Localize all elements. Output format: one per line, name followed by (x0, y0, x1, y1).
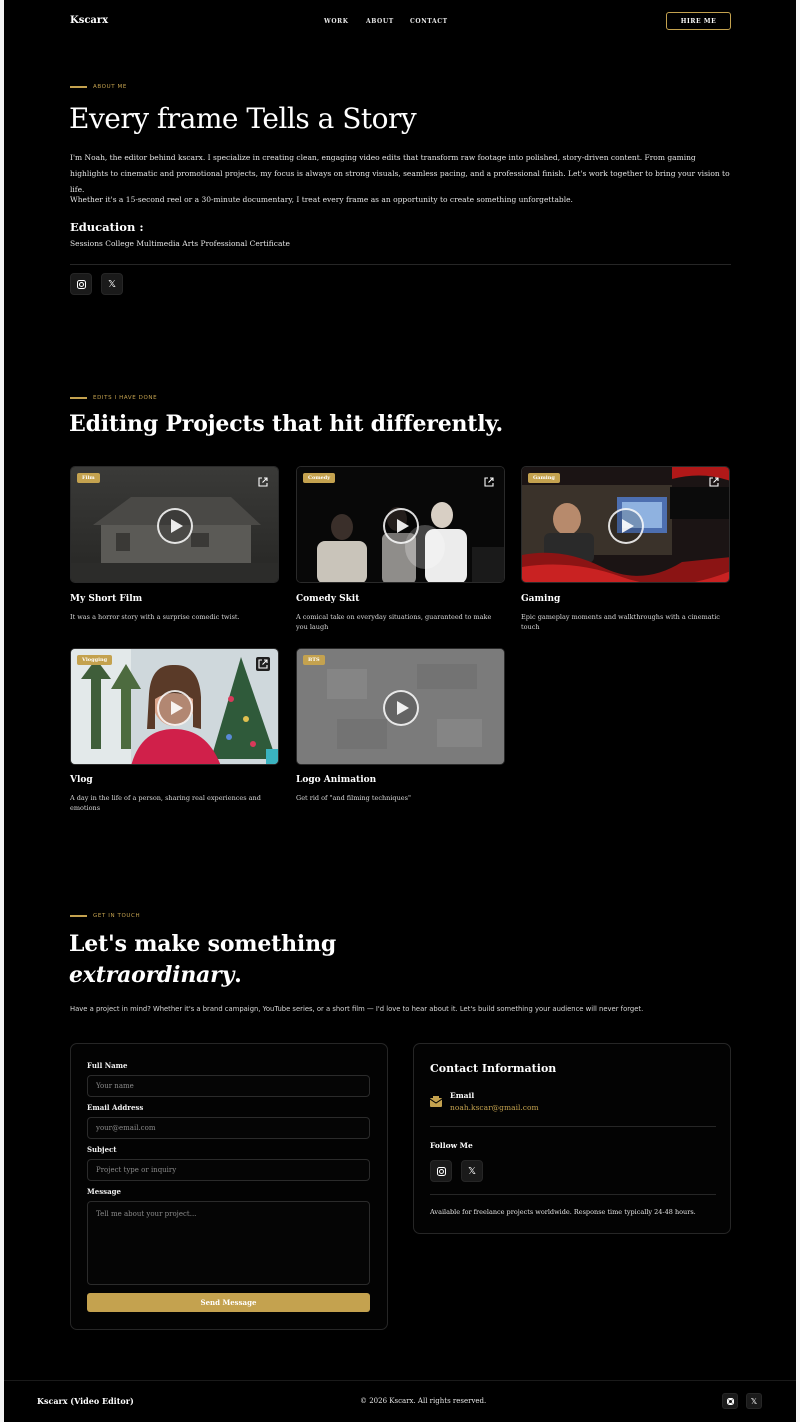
education-value: Sessions College Multimedia Arts Profess… (70, 239, 290, 248)
tag-gaming: Gaming (528, 473, 560, 483)
full-name-input[interactable] (87, 1075, 370, 1097)
play-icon[interactable] (383, 690, 419, 726)
project-thumbnail-vlog[interactable]: Vlogging (70, 648, 279, 765)
play-icon[interactable] (383, 508, 419, 544)
project-title-comedy-skit: Comedy Skit (296, 594, 360, 604)
play-icon[interactable] (157, 690, 193, 726)
info-divider-1 (430, 1126, 716, 1127)
tag-comedy: Comedy (303, 473, 336, 483)
subject-label: Subject (87, 1145, 117, 1154)
play-icon[interactable] (608, 508, 644, 544)
nav-link-contact[interactable]: CONTACT (410, 18, 448, 25)
footer-brand: Kscarx (Video Editor) (37, 1396, 134, 1406)
instagram-icon (726, 1397, 734, 1405)
tag-bts: BTS (303, 655, 325, 665)
x-icon: 𝕏 (467, 1165, 477, 1177)
project-desc-short-film: It was a horror story with a surprise co… (70, 613, 240, 621)
external-link-icon[interactable] (482, 475, 496, 489)
project-desc-vlog: A day in the life of a person, sharing r… (70, 794, 261, 812)
availability-text: Available for freelance projects worldwi… (430, 1208, 696, 1216)
play-icon[interactable] (157, 508, 193, 544)
send-message-button[interactable]: Send Message (87, 1293, 370, 1312)
contact-eyebrow: GET IN TOUCH (70, 913, 140, 919)
tag-vlogging: Vlogging (77, 655, 113, 665)
contact-title-period: . (234, 962, 242, 988)
project-title-logo-animation: Logo Animation (296, 775, 377, 785)
project-desc-comedy-skit: A comical take on everyday situations, g… (296, 613, 492, 631)
email-label: Email (450, 1091, 475, 1100)
project-title-gaming: Gaming (521, 594, 561, 604)
external-link-icon[interactable] (707, 475, 721, 489)
contact-intro: Have a project in mind? Whether it's a b… (70, 1005, 644, 1013)
follow-me-label: Follow Me (430, 1141, 473, 1150)
contact-form: Full Name Email Address Subject Message … (70, 1043, 388, 1330)
email-icon (429, 1092, 443, 1111)
instagram-link[interactable] (70, 273, 92, 295)
contact-eyebrow-label: GET IN TOUCH (93, 913, 141, 919)
project-title-short-film: My Short Film (70, 594, 143, 604)
projects-eyebrow: EDITS I HAVE DONE (70, 395, 157, 401)
project-thumbnail-logo-animation[interactable]: BTS (296, 648, 505, 765)
project-desc-gaming: Epic gameplay moments and walkthroughs w… (521, 613, 720, 631)
contact-info-panel: Contact Information Email noah.kscar@gma… (413, 1043, 731, 1234)
footer-divider (4, 1380, 796, 1381)
about-paragraph-1: I'm Noah, the editor behind kscarx. I sp… (70, 153, 730, 194)
email-address-label: Email Address (87, 1103, 144, 1112)
eyebrow-line (70, 915, 87, 917)
email-link[interactable]: noah.kscar@gmail.com (450, 1103, 539, 1112)
contact-title-emphasis: extraordinary (69, 962, 235, 988)
subject-input[interactable] (87, 1159, 370, 1181)
about-divider (70, 264, 731, 265)
nav-link-work[interactable]: WORK (324, 18, 349, 25)
contact-title-line-1: Let's make something (69, 931, 337, 957)
x-icon: 𝕏 (750, 1396, 758, 1406)
nav-link-about[interactable]: ABOUT (366, 18, 394, 25)
message-label: Message (87, 1187, 121, 1196)
info-divider-2 (430, 1194, 716, 1195)
project-thumbnail-gaming[interactable]: Gaming (521, 466, 730, 583)
email-address-input[interactable] (87, 1117, 370, 1139)
education-heading: Education : (70, 220, 144, 234)
eyebrow-line (70, 86, 87, 88)
instagram-link[interactable] (430, 1160, 452, 1182)
full-name-label: Full Name (87, 1061, 128, 1070)
footer-copyright: © 2026 Kscarx. All rights reserved. (360, 1397, 487, 1405)
instagram-icon (436, 1166, 446, 1176)
eyebrow-line (70, 397, 87, 399)
projects-title: Editing Projects that hit differently. (69, 411, 503, 437)
contact-title-line-2: extraordinary. (69, 960, 336, 991)
contact-title: Let's make something extraordinary. (69, 929, 336, 991)
project-thumbnail-comedy-skit[interactable]: Comedy (296, 466, 505, 583)
about-eyebrow: ABOUT ME (70, 84, 127, 90)
footer-x-link[interactable]: 𝕏 (746, 1393, 762, 1409)
project-title-vlog: Vlog (70, 775, 93, 785)
project-thumbnail-short-film[interactable]: Film (70, 466, 279, 583)
instagram-icon (76, 279, 86, 289)
external-link-icon[interactable] (256, 657, 270, 671)
tag-film: Film (77, 473, 100, 483)
about-title: Every frame Tells a Story (69, 102, 417, 135)
x-icon: 𝕏 (107, 278, 117, 290)
project-desc-logo-animation: Get rid of "and filming techniques" (296, 794, 411, 802)
message-textarea[interactable] (87, 1201, 370, 1285)
site-logo[interactable]: Kscarx (70, 15, 108, 26)
x-link[interactable]: 𝕏 (101, 273, 123, 295)
hire-me-button[interactable]: HIRE ME (666, 12, 731, 30)
projects-eyebrow-label: EDITS I HAVE DONE (93, 395, 158, 401)
x-link[interactable]: 𝕏 (461, 1160, 483, 1182)
page: Kscarx WORK ABOUT CONTACT HIRE ME ABOUT … (4, 0, 796, 1422)
contact-info-heading: Contact Information (430, 1062, 557, 1075)
about-eyebrow-label: ABOUT ME (93, 84, 127, 90)
external-link-icon[interactable] (256, 475, 270, 489)
about-paragraph-2: Whether it's a 15-second reel or a 30-mi… (70, 195, 573, 204)
footer-instagram-link[interactable] (722, 1393, 738, 1409)
